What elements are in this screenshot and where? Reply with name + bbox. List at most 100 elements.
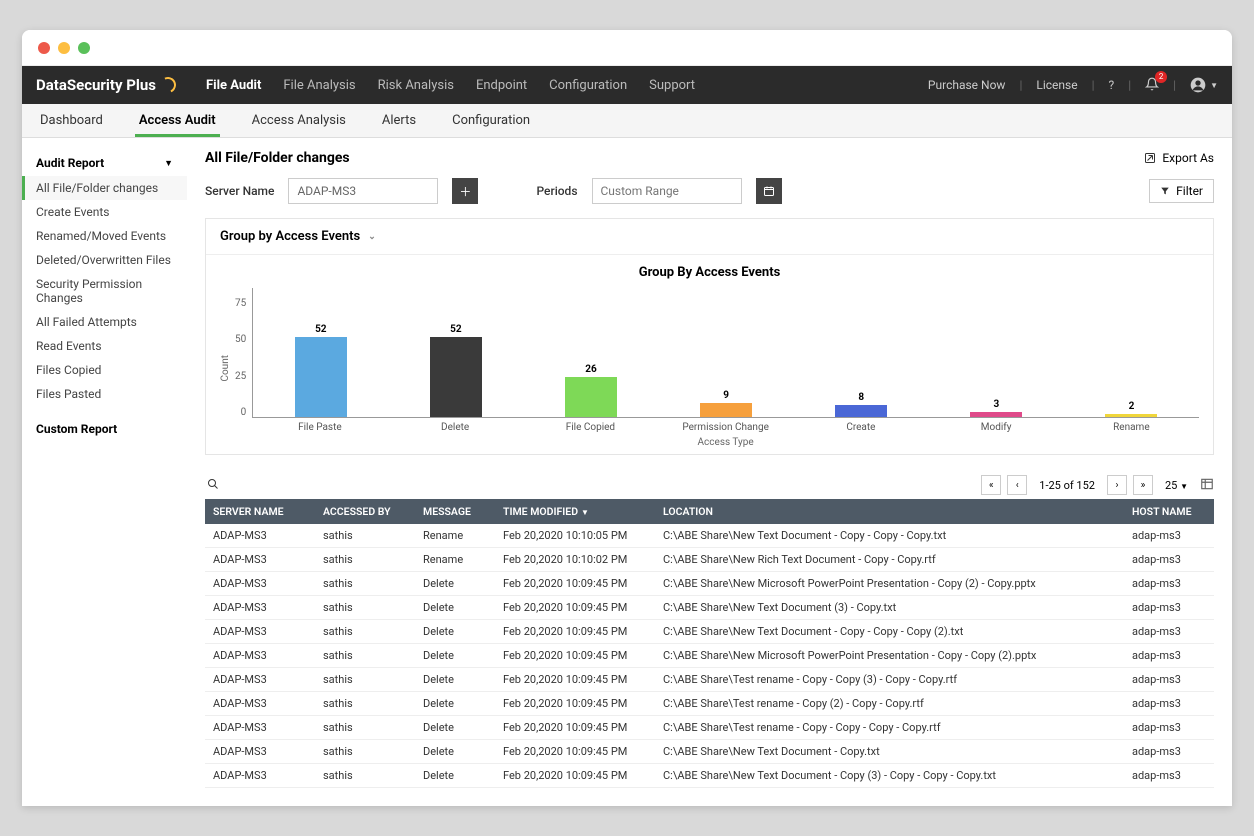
topnav-item[interactable]: File Audit	[206, 78, 261, 93]
topnav-item[interactable]: Support	[649, 78, 695, 93]
column-header[interactable]: SERVER NAME	[205, 499, 315, 524]
table-cell: Rename	[415, 548, 495, 572]
custom-report-label: Custom Report	[36, 422, 117, 436]
table-row[interactable]: ADAP-MS3sathisDeleteFeb 20,2020 10:09:45…	[205, 596, 1214, 620]
search-icon[interactable]	[205, 476, 221, 495]
table-cell: Feb 20,2020 10:10:02 PM	[495, 548, 655, 572]
custom-report-header[interactable]: Custom Report	[22, 416, 187, 442]
notifications-icon[interactable]: 2	[1145, 77, 1159, 94]
x-axis-label: Access Type	[252, 437, 1199, 448]
pager-prev-button[interactable]: ‹	[1007, 475, 1027, 495]
y-tick: 25	[235, 371, 246, 382]
table-cell: Delete	[415, 644, 495, 668]
bar	[1105, 414, 1157, 417]
table-row[interactable]: ADAP-MS3sathisDeleteFeb 20,2020 10:09:45…	[205, 620, 1214, 644]
bar-column[interactable]: 26	[523, 288, 658, 417]
table-cell: Feb 20,2020 10:09:45 PM	[495, 716, 655, 740]
page-size-select[interactable]: 25 ▼	[1159, 479, 1194, 492]
sidebar-item[interactable]: All File/Folder changes	[22, 176, 187, 200]
table-cell: sathis	[315, 572, 415, 596]
table-cell: ADAP-MS3	[205, 596, 315, 620]
top-right: Purchase Now | License | ? | 2 | ▼	[928, 77, 1218, 94]
sidebar-item[interactable]: Read Events	[22, 334, 187, 358]
add-server-button[interactable]: ＋	[452, 178, 478, 204]
chart-panel-header[interactable]: Group by Access Events ⌄	[206, 219, 1213, 255]
license-link[interactable]: License	[1036, 78, 1077, 92]
sidebar-item[interactable]: Renamed/Moved Events	[22, 224, 187, 248]
separator: |	[1092, 78, 1095, 92]
bar-column[interactable]: 52	[253, 288, 388, 417]
column-header[interactable]: HOST NAME	[1124, 499, 1214, 524]
pager-last-button[interactable]: »	[1133, 475, 1153, 495]
pager-first-button[interactable]: «	[981, 475, 1001, 495]
table-row[interactable]: ADAP-MS3sathisDeleteFeb 20,2020 10:09:45…	[205, 716, 1214, 740]
sort-desc-icon: ▼	[581, 508, 589, 517]
help-icon[interactable]: ?	[1109, 78, 1115, 92]
subnav-item[interactable]: Access Analysis	[248, 105, 350, 136]
table-cell: adap-ms3	[1124, 572, 1214, 596]
separator: |	[1173, 78, 1176, 92]
subnav-item[interactable]: Access Audit	[135, 105, 220, 137]
maximize-window-button[interactable]	[78, 42, 90, 54]
server-name-input[interactable]	[288, 178, 438, 204]
bar-column[interactable]: 9	[659, 288, 794, 417]
close-window-button[interactable]	[38, 42, 50, 54]
sidebar-item[interactable]: Deleted/Overwritten Files	[22, 248, 187, 272]
minimize-window-button[interactable]	[58, 42, 70, 54]
topnav-item[interactable]: Endpoint	[476, 78, 527, 93]
table-cell: C:\ABE Share\New Text Document (3) - Cop…	[655, 596, 1124, 620]
y-axis-label: Count	[220, 355, 231, 382]
sidebar-item[interactable]: Files Pasted	[22, 382, 187, 406]
sidebar-item[interactable]: Files Copied	[22, 358, 187, 382]
periods-input[interactable]	[592, 178, 742, 204]
table-row[interactable]: ADAP-MS3sathisDeleteFeb 20,2020 10:09:45…	[205, 644, 1214, 668]
bar-column[interactable]: 2	[1064, 288, 1199, 417]
table-row[interactable]: ADAP-MS3sathisRenameFeb 20,2020 10:10:02…	[205, 548, 1214, 572]
table-cell: sathis	[315, 620, 415, 644]
topnav-item[interactable]: Risk Analysis	[378, 78, 454, 93]
export-button[interactable]: Export As	[1144, 151, 1214, 165]
calendar-button[interactable]	[756, 178, 782, 204]
topnav-item[interactable]: Configuration	[549, 78, 627, 93]
purchase-link[interactable]: Purchase Now	[928, 78, 1006, 92]
sidebar-item[interactable]: Security Permission Changes	[22, 272, 187, 310]
y-tick: 0	[241, 407, 247, 418]
table-row[interactable]: ADAP-MS3sathisDeleteFeb 20,2020 10:09:45…	[205, 692, 1214, 716]
sidebar-item[interactable]: Create Events	[22, 200, 187, 224]
top-nav: File Audit File Analysis Risk Analysis Endp…	[206, 78, 695, 93]
bar	[835, 405, 887, 417]
table-row[interactable]: ADAP-MS3sathisRenameFeb 20,2020 10:10:05…	[205, 524, 1214, 548]
filter-button[interactable]: Filter	[1149, 179, 1214, 203]
bar-column[interactable]: 8	[794, 288, 929, 417]
subnav-item[interactable]: Alerts	[378, 105, 420, 136]
y-tick: 75	[235, 298, 246, 309]
column-header[interactable]: TIME MODIFIED▼	[495, 499, 655, 524]
table-row[interactable]: ADAP-MS3sathisDeleteFeb 20,2020 10:09:45…	[205, 740, 1214, 764]
topnav-item[interactable]: File Analysis	[283, 78, 355, 93]
sidebar-header[interactable]: Audit Report ▼	[22, 150, 187, 176]
column-header[interactable]: MESSAGE	[415, 499, 495, 524]
table-row[interactable]: ADAP-MS3sathisDeleteFeb 20,2020 10:09:45…	[205, 572, 1214, 596]
table-cell: adap-ms3	[1124, 644, 1214, 668]
sidebar-item[interactable]: All Failed Attempts	[22, 310, 187, 334]
column-settings-icon[interactable]	[1200, 477, 1214, 494]
bar-category-label: File Paste	[252, 418, 387, 433]
bar	[430, 337, 482, 417]
chevron-down-icon: ▼	[164, 158, 173, 169]
table-cell: ADAP-MS3	[205, 668, 315, 692]
column-header[interactable]: LOCATION	[655, 499, 1124, 524]
subnav-item[interactable]: Configuration	[448, 105, 534, 136]
table-row[interactable]: ADAP-MS3sathisDeleteFeb 20,2020 10:09:45…	[205, 668, 1214, 692]
bar-column[interactable]: 3	[929, 288, 1064, 417]
table-cell: adap-ms3	[1124, 740, 1214, 764]
table-cell: ADAP-MS3	[205, 716, 315, 740]
bar-value: 2	[1129, 401, 1135, 412]
column-header[interactable]: ACCESSED BY	[315, 499, 415, 524]
pager-next-button[interactable]: ›	[1107, 475, 1127, 495]
bar-column[interactable]: 52	[388, 288, 523, 417]
table-cell: C:\ABE Share\Test rename - Copy - Copy -…	[655, 716, 1124, 740]
subnav-item[interactable]: Dashboard	[36, 105, 107, 136]
user-menu[interactable]: ▼	[1190, 77, 1218, 93]
bar	[565, 377, 617, 417]
table-row[interactable]: ADAP-MS3sathisDeleteFeb 20,2020 10:09:45…	[205, 764, 1214, 788]
